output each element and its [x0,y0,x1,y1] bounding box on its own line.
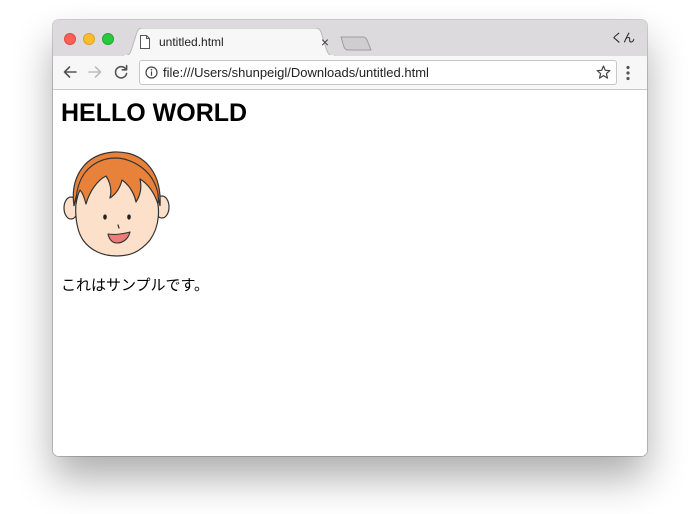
back-arrow-icon[interactable] [61,63,79,81]
browser-toolbar: file:///Users/shunpeigl/Downloads/untitl… [53,56,647,90]
profile-label[interactable]: くん [611,31,635,45]
desktop-background: untitled.html × くん file:///Users/shunpei… [0,0,700,514]
url-text[interactable]: file:///Users/shunpeigl/Downloads/untitl… [163,66,429,80]
new-tab-button[interactable] [339,36,373,51]
address-bar[interactable]: file:///Users/shunpeigl/Downloads/untitl… [139,60,617,85]
forward-arrow-icon[interactable] [86,63,104,81]
tab-untitled[interactable]: untitled.html × [123,28,335,56]
tab-close-icon[interactable]: × [318,35,332,49]
minimize-window-button[interactable] [83,33,95,45]
tab-title: untitled.html [159,35,224,49]
page-heading: HELLO WORLD [61,99,248,127]
cartoon-face-illustration [63,151,170,257]
close-window-button[interactable] [64,33,76,45]
kebab-menu-icon[interactable] [625,65,631,81]
info-icon[interactable] [145,66,158,79]
reload-icon[interactable] [112,63,130,81]
browser-window: untitled.html × くん file:///Users/shunpei… [53,20,647,456]
star-icon[interactable] [596,65,611,80]
file-icon [140,35,150,49]
tab-shape [123,28,335,56]
maximize-window-button[interactable] [102,33,114,45]
title-bar: untitled.html × くん [53,20,647,56]
sample-paragraph: これはサンプルです。 [61,276,210,294]
page-content: HELLO WORLD これはサンプルです。 [53,90,647,456]
